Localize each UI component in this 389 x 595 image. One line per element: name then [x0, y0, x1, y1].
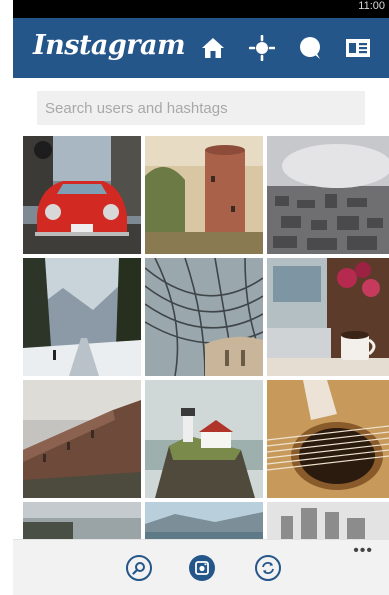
search-area [13, 78, 389, 136]
guitar-soundhole-photo[interactable] [267, 380, 389, 498]
partial-photo-bottom-left[interactable] [23, 502, 141, 544]
header-bar: Instagram [13, 18, 389, 78]
photo-grid [23, 136, 389, 544]
instagram-logo: Instagram [33, 30, 186, 61]
news-icon[interactable] [248, 34, 276, 62]
comment-icon[interactable] [296, 34, 324, 62]
search-input[interactable] [37, 91, 365, 125]
app-bar: ••• [13, 539, 389, 595]
coffee-and-laptop-photo[interactable] [267, 258, 389, 376]
refresh-icon[interactable] [255, 555, 281, 581]
old-fortress-wall-photo[interactable] [23, 380, 141, 498]
partial-photo-bottom-center[interactable] [145, 502, 263, 544]
camera-icon[interactable] [189, 555, 215, 581]
round-stone-tower-photo[interactable] [145, 136, 263, 254]
app-window: 11:00 Instagram Search users and hashtag… [13, 0, 389, 595]
snowy-mountain-road-photo[interactable] [23, 258, 141, 376]
red-beetle-car-photo[interactable] [23, 136, 141, 254]
home-icon[interactable] [199, 34, 227, 62]
partial-photo-bottom-right[interactable] [267, 502, 389, 544]
search-icon[interactable] [126, 555, 152, 581]
status-bar: 11:00 [13, 0, 389, 18]
city-aerial-view-photo[interactable] [267, 136, 389, 254]
lighthouse-cliff-photo[interactable] [145, 380, 263, 498]
status-time: 11:00 [358, 0, 385, 12]
more-menu-button[interactable]: ••• [353, 543, 373, 559]
glass-dome-ceiling-photo[interactable] [145, 258, 263, 376]
profile-icon[interactable] [344, 34, 372, 62]
